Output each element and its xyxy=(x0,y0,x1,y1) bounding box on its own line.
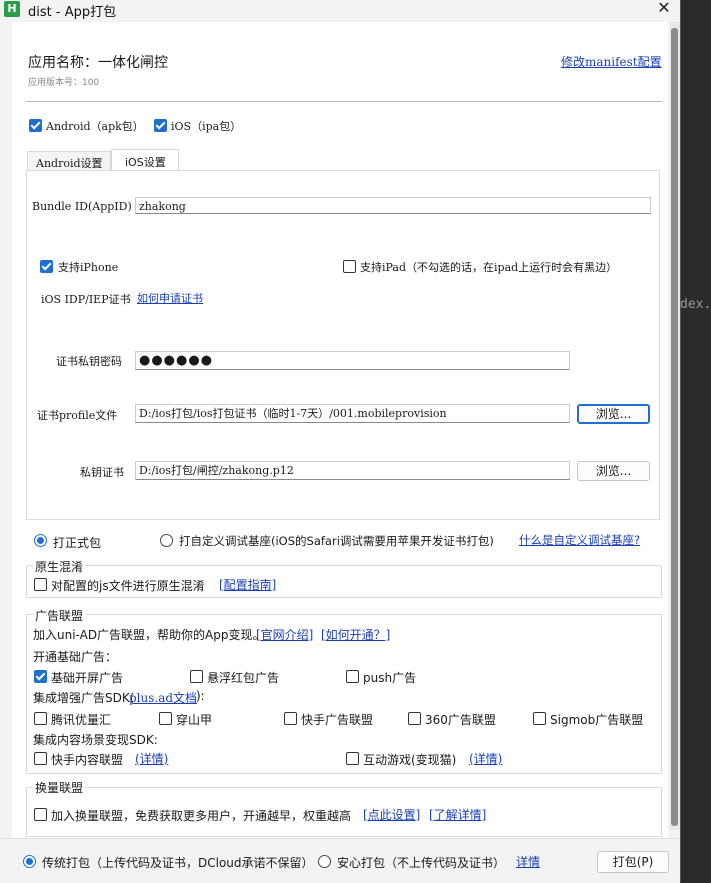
obfuscation-title: 原生混淆 xyxy=(33,558,86,575)
sigmob-ad-checkbox[interactable] xyxy=(533,712,546,725)
tencent-ad-label: 腾讯优量汇 xyxy=(51,713,112,727)
iphone-label: 支持iPhone xyxy=(58,261,119,274)
profile-label: 证书profile文件 xyxy=(37,409,118,422)
content-sdk-title: 集成内容场景变现SDK: xyxy=(33,733,158,747)
formal-build-label: 打正式包 xyxy=(53,536,102,550)
game-ad-details-link[interactable]: (详情) xyxy=(469,750,502,767)
exchange-settings-link[interactable]: [点此设置] xyxy=(363,806,420,823)
formal-build-radio[interactable] xyxy=(34,534,47,547)
android-label: Android（apk包） xyxy=(46,120,144,133)
password-label: 证书私钥密码 xyxy=(56,355,122,368)
basic-ads-title: 开通基础广告： xyxy=(33,650,118,664)
bundle-id-label: Bundle ID(AppID) xyxy=(32,200,132,213)
password-input[interactable]: ●●●●●● xyxy=(135,351,570,370)
app-name: 应用名称：一体化闸控 xyxy=(28,55,168,71)
close-icon[interactable]: ✕ xyxy=(650,0,678,18)
title-bar: H dist - App打包 ✕ xyxy=(0,0,680,20)
tab-android-settings[interactable]: Android设置 xyxy=(27,151,111,171)
splash-ad-label: 基础开屏广告 xyxy=(51,671,124,685)
pangle-ad-label: 穿山甲 xyxy=(176,713,213,727)
kuaishou-ad-label: 快手广告联盟 xyxy=(301,713,374,727)
obfuscation-guide-link[interactable]: [配置指南] xyxy=(219,576,276,593)
custom-base-help-link[interactable]: 什么是自定义调试基座? xyxy=(519,532,640,548)
game-ad-label: 互动游戏(变现猫) xyxy=(363,753,457,767)
ads-title: 广告联盟 xyxy=(33,607,86,624)
pangle-ad-checkbox[interactable] xyxy=(159,712,172,725)
window-title: dist - App打包 xyxy=(28,5,117,20)
ios-checkbox[interactable] xyxy=(154,119,167,132)
custom-base-radio[interactable] xyxy=(160,534,173,547)
ads-intro: 加入uni-AD广告联盟，帮助你的App变现。 xyxy=(33,628,265,642)
exchange-checkbox[interactable] xyxy=(34,808,47,821)
tab-ios-label: iOS设置 xyxy=(125,156,166,169)
safe-pack-details-link[interactable]: 详情 xyxy=(516,853,540,870)
traditional-pack-label: 传统打包（上传代码及证书，DCloud承诺不保留） xyxy=(42,856,314,870)
ads-intro-link-2[interactable]: [如何开通？] xyxy=(321,626,390,643)
tab-ios-settings[interactable]: iOS设置 xyxy=(111,149,179,171)
how-to-apply-cert-link[interactable]: 如何申请证书 xyxy=(137,290,203,306)
edit-manifest-link[interactable]: 修改manifest配置 xyxy=(561,53,662,70)
profile-browse-button[interactable]: 浏览... xyxy=(577,404,650,424)
sigmob-ad-label: Sigmob广告联盟 xyxy=(550,713,644,727)
pack-dialog: H dist - App打包 ✕ 应用名称：一体化闸控 应用版本号：100 修改… xyxy=(0,0,681,883)
pack-button[interactable]: 打包(P) xyxy=(597,851,669,873)
background-code-text: dex. xyxy=(680,297,711,312)
scrollbar-thumb[interactable] xyxy=(671,28,678,826)
traditional-pack-radio[interactable] xyxy=(23,855,36,868)
splash-ad-checkbox[interactable] xyxy=(34,670,47,683)
private-key-input[interactable]: D:/ios打包/闸控/zhakong.p12 xyxy=(135,461,570,480)
app-version: 应用版本号：100 xyxy=(28,78,100,88)
redpacket-ad-checkbox[interactable] xyxy=(190,670,203,683)
safe-pack-label: 安心打包（不上传代码及证书） xyxy=(337,856,506,870)
enhanced-ads-prefix: 集成增强广告SDK( xyxy=(33,691,135,705)
ipad-checkbox[interactable] xyxy=(343,260,356,273)
kuaishou-content-checkbox[interactable] xyxy=(34,752,47,765)
ipad-label: 支持iPad（不勾选的话，在ipad上运行时会有黑边） xyxy=(360,261,618,274)
ios-label: iOS（ipa包） xyxy=(171,120,242,133)
safe-pack-radio[interactable] xyxy=(318,855,331,868)
tab-android-label: Android设置 xyxy=(36,157,103,170)
private-key-browse-button[interactable]: 浏览... xyxy=(577,461,650,481)
game-ad-checkbox[interactable] xyxy=(346,752,359,765)
obfuscation-checkbox[interactable] xyxy=(34,578,47,591)
iphone-checkbox[interactable] xyxy=(40,260,53,273)
tencent-ad-checkbox[interactable] xyxy=(34,712,47,725)
exchange-label: 加入换量联盟，免费获取更多用户，开通越早，权重越高 xyxy=(51,809,352,823)
ios-settings-panel: Bundle ID(AppID) zhakong 支持iPhone 支持iPad… xyxy=(26,170,660,520)
redpacket-ad-label: 悬浮红包广告 xyxy=(207,671,280,685)
bundle-id-input[interactable]: zhakong xyxy=(135,197,651,214)
push-ad-label: push广告 xyxy=(363,671,417,685)
enhanced-ads-suffix: ): xyxy=(196,689,205,703)
profile-input[interactable]: D:/ios打包/ios打包证书（临时1-7天）/001.mobileprovi… xyxy=(135,404,570,423)
android-checkbox[interactable] xyxy=(29,119,42,132)
header-divider xyxy=(26,101,662,102)
private-key-label: 私钥证书 xyxy=(80,466,124,479)
hbuilder-icon: H xyxy=(4,1,20,17)
kuaishou-ad-checkbox[interactable] xyxy=(284,712,297,725)
kuaishou-content-label: 快手内容联盟 xyxy=(51,753,124,767)
exchange-details-link[interactable]: [了解详情] xyxy=(429,806,486,823)
cert-label: iOS IDP/IEP证书 xyxy=(41,293,131,306)
push-ad-checkbox[interactable] xyxy=(346,670,359,683)
plus-ad-doc-link[interactable]: plus.ad文档 xyxy=(129,689,197,706)
dialog-content: 应用名称：一体化闸控 应用版本号：100 修改manifest配置 Androi… xyxy=(12,22,668,882)
exchange-title: 换量联盟 xyxy=(33,779,86,796)
custom-base-label: 打自定义调试基座(iOS的Safari调试需要用苹果开发证书打包) xyxy=(179,534,494,548)
ads-intro-link-1[interactable]: [官网介绍] xyxy=(256,626,313,643)
obfuscation-label: 对配置的js文件进行原生混淆 xyxy=(51,579,205,593)
ad360-checkbox[interactable] xyxy=(408,712,421,725)
ad360-label: 360广告联盟 xyxy=(425,713,496,727)
kuaishou-content-details-link[interactable]: (详情) xyxy=(135,750,168,767)
